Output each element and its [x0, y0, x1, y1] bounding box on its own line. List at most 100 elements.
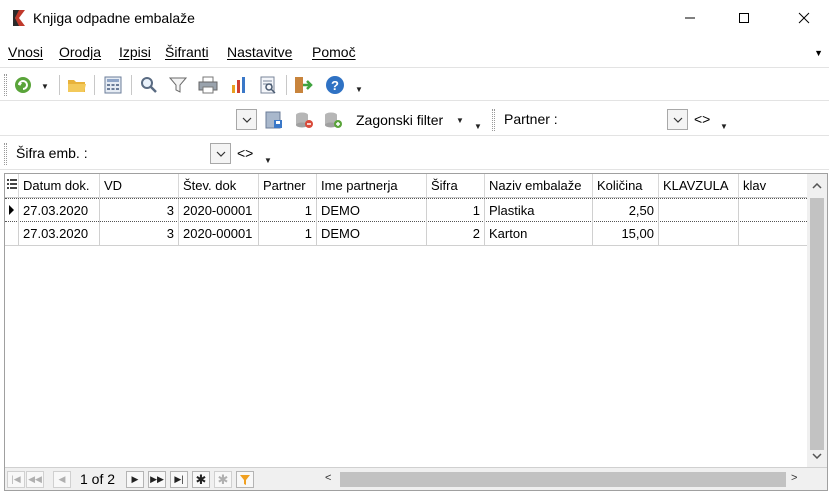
prev-page-button[interactable]: ◀◀ — [26, 471, 44, 488]
cell-sifra[interactable]: 2 — [427, 222, 485, 245]
toolbar-separator — [94, 75, 95, 95]
first-page-button[interactable]: |◀ — [7, 471, 25, 488]
cell-klav[interactable] — [739, 222, 807, 245]
chevron-down-icon — [673, 117, 682, 123]
print-icon[interactable] — [197, 74, 219, 96]
partner-overflow-icon[interactable]: ▼ — [720, 122, 728, 131]
cell-ime-partnerja[interactable]: DEMO — [317, 199, 427, 222]
search-icon[interactable] — [138, 74, 160, 96]
menu-sifranti[interactable]: Šifranti — [165, 44, 209, 60]
cell-kolicina[interactable]: 15,00 — [593, 222, 659, 245]
partner-operator[interactable]: <> — [694, 111, 710, 127]
menu-nastavitve[interactable]: Nastavitve — [227, 44, 292, 60]
report-icon[interactable] — [257, 74, 279, 96]
toolbar-grip[interactable] — [4, 74, 7, 96]
filter-combo-button[interactable] — [236, 109, 257, 130]
open-folder-icon[interactable] — [66, 74, 88, 96]
menu-orodja[interactable]: Orodja — [59, 44, 101, 60]
maximize-button[interactable] — [721, 0, 767, 36]
cell-stev-dok[interactable]: 2020-00001 — [179, 199, 259, 222]
cell-partner[interactable]: 1 — [259, 199, 317, 222]
menu-pomoc[interactable]: Pomoč — [312, 44, 356, 60]
column-header-kolicina[interactable]: Količina — [593, 174, 659, 198]
column-header-klavzula[interactable]: KLAVZULA — [659, 174, 739, 198]
column-header-sifra[interactable]: Šifra — [427, 174, 485, 198]
menu-overflow-icon[interactable]: ▼ — [814, 48, 823, 58]
vertical-scroll-thumb[interactable] — [810, 198, 824, 450]
partner-label: Partner : — [504, 111, 558, 127]
scroll-down-icon[interactable] — [807, 446, 827, 466]
cell-datum[interactable]: 27.03.2020 — [19, 222, 100, 245]
cell-sifra[interactable]: 1 — [427, 199, 485, 222]
refresh-dropdown-icon[interactable]: ▼ — [41, 82, 49, 91]
menu-izpisi[interactable]: Izpisi — [119, 44, 151, 60]
cell-klavzula[interactable] — [659, 222, 739, 245]
cell-naziv-embalaze[interactable]: Karton — [485, 222, 593, 245]
menu-bar: Vnosi Orodja Izpisi Šifranti Nastavitve … — [0, 40, 829, 64]
cell-klav[interactable] — [739, 199, 807, 222]
column-header-stev-dok[interactable]: Štev. dok — [179, 174, 259, 198]
chart-icon[interactable] — [228, 74, 250, 96]
column-header-ime-partnerja[interactable]: Ime partnerja — [317, 174, 427, 198]
filter-overflow-icon[interactable]: ▼ — [474, 122, 482, 131]
column-header-partner[interactable]: Partner — [259, 174, 317, 198]
column-header-datum[interactable]: Datum dok. — [19, 174, 100, 198]
add-filter-icon[interactable] — [322, 109, 344, 131]
column-header-vd[interactable]: VD — [100, 174, 179, 198]
current-row-arrow-icon — [9, 205, 14, 215]
minimize-button[interactable] — [667, 0, 713, 36]
menu-vnosi[interactable]: Vnosi — [8, 44, 43, 60]
exit-icon[interactable] — [293, 74, 315, 96]
cell-stev-dok[interactable]: 2020-00001 — [179, 222, 259, 245]
next-page-button[interactable]: ▶▶ — [148, 471, 166, 488]
cell-klavzula[interactable] — [659, 199, 739, 222]
calculator-icon[interactable] — [102, 74, 124, 96]
column-header-klav[interactable]: klav — [739, 174, 807, 198]
filter-grip[interactable] — [492, 109, 495, 131]
scroll-up-icon[interactable] — [807, 176, 827, 196]
delete-record-button[interactable]: ✱ — [214, 471, 232, 488]
toolbar-separator — [131, 75, 132, 95]
toolbar-overflow-icon[interactable]: ▼ — [355, 85, 363, 94]
zagonski-filter-dropdown-icon[interactable]: ▼ — [456, 116, 464, 125]
save-filter-icon[interactable] — [263, 109, 285, 131]
help-icon[interactable]: ? — [324, 74, 346, 96]
grid-filter-button[interactable] — [236, 471, 254, 488]
cell-vd[interactable]: 3 — [100, 199, 179, 222]
next-record-button[interactable]: ▶ — [126, 471, 144, 488]
toolbar-separator — [59, 75, 60, 95]
sifra-combo-button[interactable] — [210, 143, 231, 164]
zagonski-filter-button[interactable]: Zagonski filter — [356, 112, 443, 128]
cell-naziv-embalaze[interactable]: Plastika — [485, 199, 593, 222]
close-icon — [798, 12, 810, 24]
maximize-icon — [739, 13, 749, 23]
cell-ime-partnerja[interactable]: DEMO — [317, 222, 427, 245]
column-header-naziv-embalaze[interactable]: Naziv embalaže — [485, 174, 593, 198]
sifra-operator[interactable]: <> — [237, 145, 253, 161]
close-button[interactable] — [781, 0, 827, 36]
partner-combo-button[interactable] — [667, 109, 688, 130]
table-row[interactable]: 27.03.2020 3 2020-00001 1 DEMO 2 Karton … — [5, 222, 807, 246]
grid-header: Datum dok. VD Štev. dok Partner Ime part… — [5, 174, 807, 198]
new-record-button[interactable]: ✱ — [192, 471, 210, 488]
filter-icon[interactable] — [167, 74, 189, 96]
filter-grip[interactable] — [4, 143, 7, 165]
last-page-button[interactable]: ▶| — [170, 471, 188, 488]
cell-partner[interactable]: 1 — [259, 222, 317, 245]
scroll-left-icon[interactable]: < — [325, 472, 331, 484]
chevron-down-icon — [216, 151, 225, 157]
title-bar: Knjiga odpadne embalaže — [0, 0, 829, 36]
column-chooser-icon[interactable] — [5, 174, 19, 198]
sifra-overflow-icon[interactable]: ▼ — [264, 156, 272, 165]
refresh-icon[interactable] — [12, 74, 34, 96]
horizontal-scroll-thumb[interactable] — [340, 472, 786, 487]
prev-record-button[interactable]: ◀ — [53, 471, 71, 488]
cell-kolicina[interactable]: 2,50 — [593, 199, 659, 222]
data-grid[interactable]: Datum dok. VD Štev. dok Partner Ime part… — [4, 173, 828, 491]
cell-datum[interactable]: 27.03.2020 — [19, 199, 100, 222]
scroll-right-icon[interactable]: > — [791, 472, 797, 484]
vertical-scrollbar[interactable] — [807, 174, 827, 467]
cell-vd[interactable]: 3 — [100, 222, 179, 245]
table-row[interactable]: 27.03.2020 3 2020-00001 1 DEMO 1 Plastik… — [5, 198, 807, 222]
remove-filter-icon[interactable] — [293, 109, 315, 131]
